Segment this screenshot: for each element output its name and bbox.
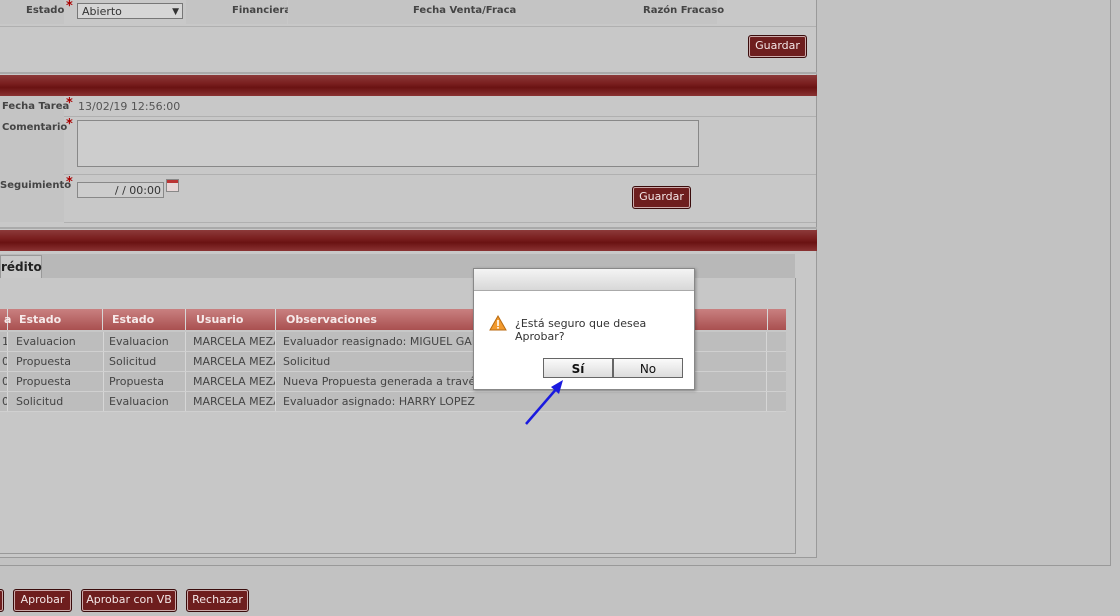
section-header-bar bbox=[0, 75, 817, 96]
estado-value: Abierto bbox=[82, 5, 122, 18]
table-cell: Evaluacion bbox=[8, 332, 104, 351]
guardar-button-estado[interactable]: Guardar bbox=[748, 35, 807, 58]
calendar-icon[interactable] bbox=[166, 179, 179, 192]
dialog-titlebar[interactable] bbox=[474, 269, 694, 291]
dialog-message: ¿Está seguro que desea Aprobar? bbox=[515, 317, 647, 343]
table-cell: Propuesta bbox=[8, 352, 104, 371]
aprobar-con-vb-button[interactable]: Aprobar con VB bbox=[81, 589, 177, 612]
table-cell: Propuesta bbox=[8, 372, 104, 391]
confirm-dialog: ¿Está seguro que desea Aprobar? Sí No bbox=[473, 268, 695, 390]
table-cell: MARCELA MEZA bbox=[185, 392, 276, 411]
fecha-venta-label: Fecha Venta/Fracaso bbox=[413, 5, 530, 16]
table-cell: Evaluacion bbox=[101, 332, 186, 351]
table-row[interactable]: 04 Solicitud Evaluacion MARCELA MEZA Eva… bbox=[0, 392, 786, 412]
razon-fracaso-label: Razón Fracaso bbox=[643, 5, 725, 16]
table-cell: Solicitud bbox=[101, 352, 186, 371]
estado-select[interactable]: Abierto ▼ bbox=[77, 3, 183, 19]
financiera-label: Financiera bbox=[232, 5, 292, 16]
guardar-button-tarea[interactable]: Guardar bbox=[632, 186, 691, 209]
warning-icon bbox=[489, 315, 507, 331]
section-header-bar bbox=[0, 230, 817, 251]
table-cell: Evaluacion bbox=[101, 392, 186, 411]
divider bbox=[64, 174, 816, 175]
divider bbox=[64, 116, 816, 117]
table-cell: 05 bbox=[0, 372, 8, 391]
table-cell: MARCELA MEZA bbox=[185, 332, 276, 351]
seguimiento-label: Seguimiento bbox=[0, 180, 72, 191]
required-marker: * bbox=[66, 175, 73, 190]
required-marker: * bbox=[66, 0, 73, 14]
comentario-textarea[interactable] bbox=[77, 120, 699, 167]
column-header[interactable]: Usuario bbox=[188, 309, 276, 330]
required-marker: * bbox=[66, 96, 73, 111]
table-cell: MARCELA MEZA bbox=[185, 352, 276, 371]
dropdown-arrow-icon: ▼ bbox=[172, 7, 179, 17]
footer-button-partial[interactable] bbox=[0, 589, 4, 612]
table-cell: Propuesta bbox=[101, 372, 186, 391]
fecha-tarea-label: Fecha Tarea bbox=[2, 101, 70, 112]
aprobar-button[interactable]: Aprobar bbox=[13, 589, 72, 612]
no-button[interactable]: No bbox=[613, 358, 683, 378]
seguimiento-date-input[interactable]: / / 00:00 bbox=[77, 182, 164, 198]
divider bbox=[0, 72, 817, 74]
column-header[interactable]: Estado Anterior bbox=[11, 309, 103, 347]
estado-row: Estado * Abierto ▼ Financiera Fecha Vent… bbox=[0, 0, 816, 27]
required-marker: * bbox=[66, 117, 73, 132]
rechazar-button[interactable]: Rechazar bbox=[186, 589, 249, 612]
comentario-label: Comentario bbox=[2, 122, 68, 133]
table-cell: 19 bbox=[0, 332, 8, 351]
label-column bbox=[0, 96, 64, 222]
table-cell: Solicitud bbox=[8, 392, 104, 411]
fecha-tarea-value: 13/02/19 12:56:00 bbox=[78, 100, 181, 113]
tab-credito[interactable]: rédito bbox=[0, 255, 42, 279]
table-cell: 05 bbox=[0, 352, 8, 371]
divider bbox=[0, 227, 817, 229]
table-cell: 04 bbox=[0, 392, 8, 411]
estado-label: Estado bbox=[26, 5, 65, 16]
column-header[interactable]: a bbox=[0, 309, 11, 330]
table-cell: MARCELA MEZA bbox=[185, 372, 276, 391]
pointer-arrow-icon bbox=[525, 380, 563, 425]
divider bbox=[64, 222, 816, 223]
column-header[interactable]: Estado Actual bbox=[104, 309, 186, 347]
